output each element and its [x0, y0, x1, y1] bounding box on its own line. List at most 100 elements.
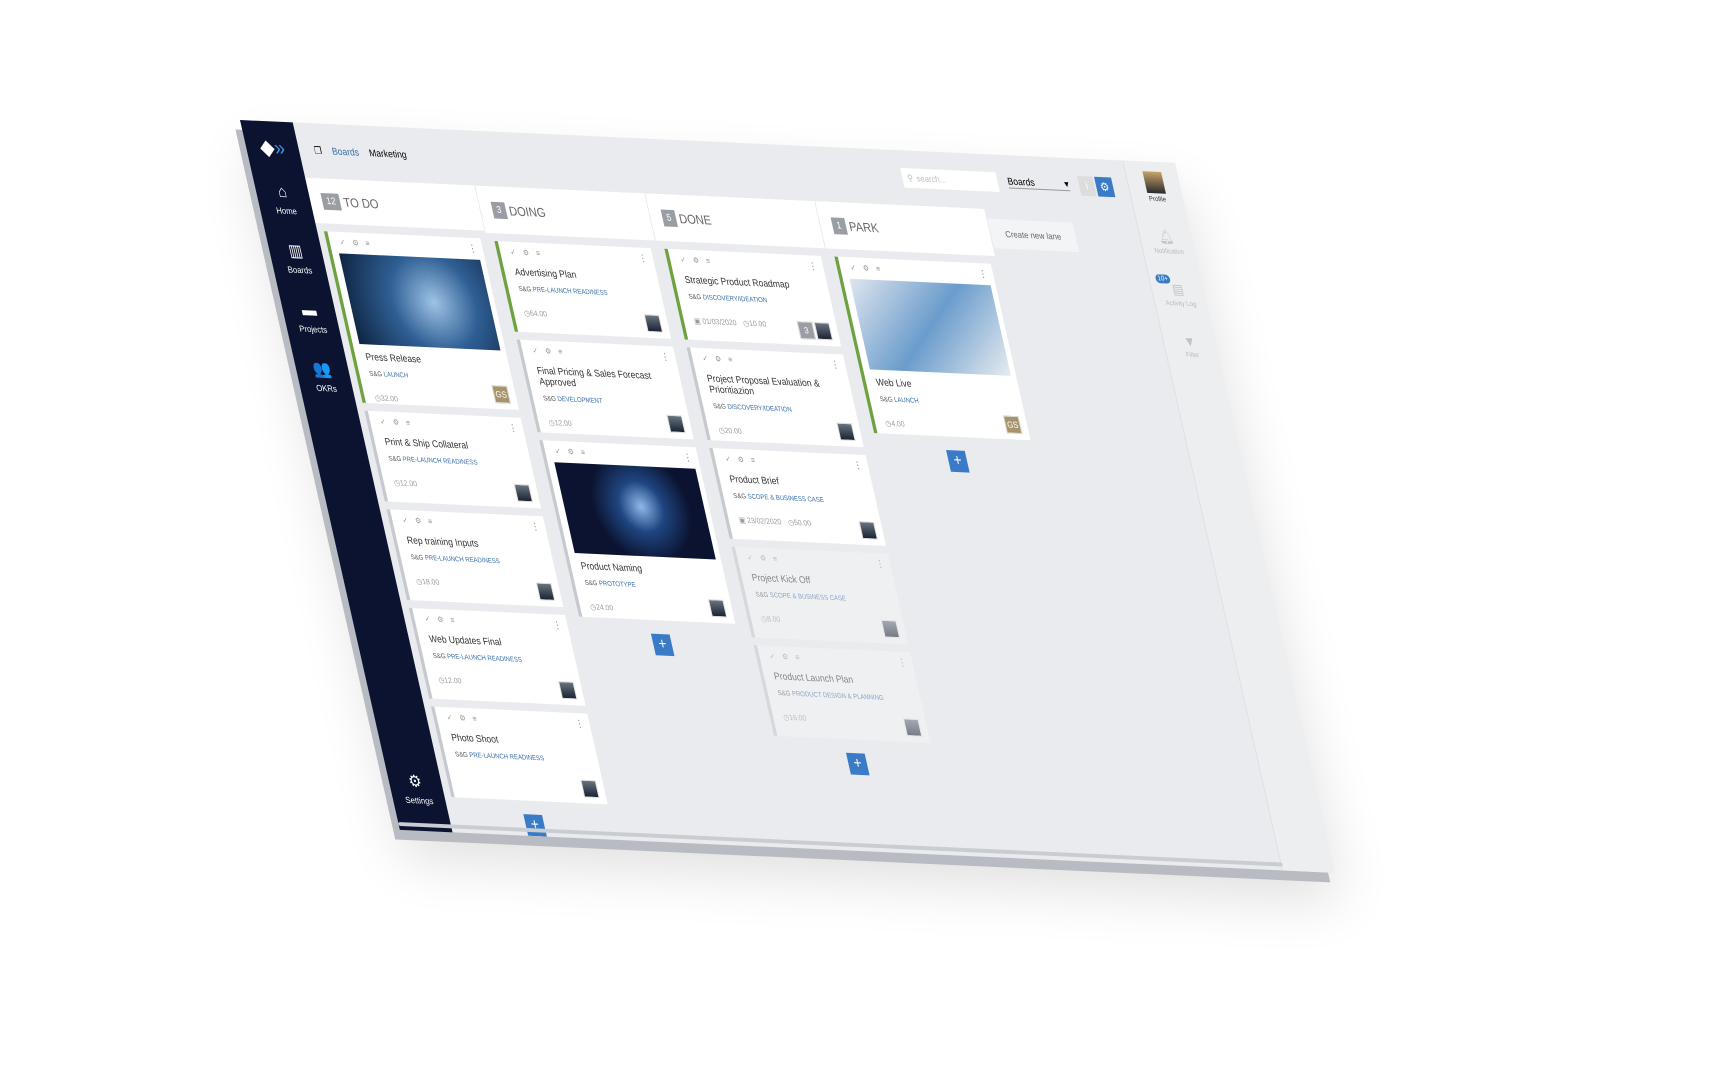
task-card[interactable]: ✓ ⚙ ≡ ⋮ Press Release S&G LAUNCH ◷32.00 … — [324, 231, 519, 410]
avatar[interactable] — [580, 779, 600, 799]
card-tag: S&G DEVELOPMENT — [542, 395, 604, 406]
lane-title: DONE — [677, 210, 713, 228]
filter-button[interactable]: ▼ Filter — [1181, 333, 1200, 359]
avatar[interactable] — [903, 718, 923, 737]
card-footer: ◷20.00 — [718, 426, 854, 441]
card-menu-icon[interactable]: ⋮ — [978, 269, 989, 280]
avatar[interactable] — [858, 521, 878, 540]
lane-header[interactable]: 5 DONE — [645, 193, 826, 249]
avatar[interactable] — [836, 422, 856, 441]
card-footer: ◷32.00 — [374, 394, 510, 409]
card-menu-icon[interactable]: ⋮ — [574, 719, 585, 730]
card-menu-icon[interactable]: ⋮ — [660, 352, 671, 363]
lane-title: PARK — [847, 218, 880, 235]
card-menu-icon[interactable]: ⋮ — [897, 658, 908, 669]
task-card[interactable]: ✓ ⚙ ≡ ⋮ Project Proposal Evaluation & Pr… — [686, 347, 864, 448]
estimate: ◷8.00 — [760, 614, 782, 624]
avatar[interactable] — [707, 599, 728, 618]
board-lanes: 12 TO DO ✓ ⚙ ≡ ⋮ Press Release S&G LAUNCH… — [305, 177, 1282, 871]
lane-header[interactable]: 12 TO DO — [305, 177, 486, 232]
card-title: Final Pricing & Sales Forecast Approved — [535, 365, 653, 390]
app-window: ◆» ⌂ Home ▥ Boards ▬ Projects 👥 OKRs ⚙ Settin… — [240, 120, 1335, 873]
card-image — [849, 278, 1011, 376]
task-card[interactable]: ✓ ⚙ ≡ ⋮ Advertising Plan S&G PRE-LAUNCH … — [494, 240, 672, 339]
task-card[interactable]: ✓ ⚙ ≡ ⋮ Final Pricing & Sales Forecast A… — [516, 339, 694, 440]
sidebar-item-boards[interactable]: ▥ Boards — [281, 241, 314, 275]
sidebar-item-settings[interactable]: ⚙ Settings — [399, 771, 434, 806]
lane-count: 12 — [320, 192, 343, 211]
card-tag: S&G SCOPE & BUSINESS CASE — [754, 591, 847, 603]
task-card[interactable]: ✓ ⚙ ≡ ⋮ Photo Shoot S&G PRE-LAUNCH READI… — [430, 706, 608, 805]
notification-button[interactable]: 🔔︎ Notification — [1149, 228, 1185, 256]
card-menu-icon[interactable]: ⋮ — [638, 253, 649, 264]
card-status-icons: ✓ ⚙ ≡ — [445, 712, 481, 724]
card-assignees — [513, 483, 534, 503]
add-card-button[interactable]: + — [650, 633, 675, 657]
card-menu-icon[interactable]: ⋮ — [875, 559, 886, 570]
activity-log-button[interactable]: 10+ ▤ Activity Log — [1154, 274, 1197, 308]
card-footer: ◷8.00 — [760, 614, 896, 629]
card-menu-icon[interactable]: ⋮ — [682, 453, 693, 464]
card-menu-icon[interactable]: ⋮ — [508, 423, 519, 434]
card-menu-icon[interactable]: ⋮ — [830, 360, 841, 371]
task-card[interactable]: ✓ ⚙ ≡ ⋮ Print & Ship Collateral S&G PRE-… — [364, 410, 542, 509]
card-footer: ◷64.00 — [523, 309, 659, 324]
task-card[interactable]: ✓ ⚙ ≡ ⋮ Strategic Product Roadmap S&G DI… — [664, 248, 842, 347]
breadcrumb-boards[interactable]: Boards — [331, 146, 360, 158]
card-menu-icon[interactable]: ⋮ — [852, 460, 863, 471]
sidebar-item-home[interactable]: ⌂ Home — [270, 182, 298, 216]
add-card-button[interactable]: + — [946, 450, 970, 473]
task-card[interactable]: ✓ ⚙ ≡ ⋮ Product Launch Plan S&G PRODUCT … — [753, 645, 931, 744]
avatar[interactable] — [880, 619, 901, 639]
avatar[interactable]: GS — [1003, 415, 1023, 435]
task-card[interactable]: ✓ ⚙ ≡ ⋮ Web Updates Final S&G PRE-LAUNCH… — [408, 607, 586, 706]
card-title: Rep training Inputs — [405, 535, 480, 550]
card-title: Press Release — [364, 352, 423, 366]
card-menu-icon[interactable]: ⋮ — [467, 244, 478, 255]
card-tag: S&G PRE-LAUNCH READINESS — [410, 554, 501, 566]
card-assignees: GS — [491, 385, 511, 404]
sidebar-item-projects[interactable]: ▬ Projects — [293, 300, 328, 334]
card-menu-icon[interactable]: ⋮ — [530, 522, 541, 533]
task-card[interactable]: ✓ ⚙ ≡ ⋮ Product Brief S&G SCOPE & BUSINE… — [709, 447, 887, 546]
estimate: ◷18.00 — [415, 576, 441, 587]
task-card[interactable]: ✓ ⚙ ≡ ⋮ Rep training Inputs S&G PRE-LAUN… — [386, 509, 564, 608]
settings-button[interactable]: ⚙ — [1093, 176, 1116, 198]
avatar[interactable] — [513, 483, 534, 503]
lane-header[interactable]: 1 PARK — [815, 201, 996, 257]
main: ❐ Boards Marketing ⚲ search... Boards ▾ i … — [293, 122, 1282, 870]
task-card[interactable]: ✓ ⚙ ≡ ⋮ Product Naming S&G PROTOTYPE ◷24… — [539, 440, 736, 624]
add-card-button[interactable]: + — [523, 814, 547, 837]
card-title: Strategic Product Roadmap — [683, 275, 791, 291]
card-menu-icon[interactable]: ⋮ — [552, 620, 563, 631]
estimate: ◷12.00 — [393, 478, 418, 489]
card-tag: S&G PRE-LAUNCH READINESS — [454, 751, 546, 763]
search-input[interactable]: ⚲ search... — [900, 167, 1000, 192]
avatar[interactable]: GS — [491, 385, 511, 404]
lane-title: DOING — [507, 203, 547, 220]
task-card[interactable]: ✓ ⚙ ≡ ⋮ Project Kick Off S&G SCOPE & BUS… — [731, 546, 909, 645]
profile-button[interactable]: Profile — [1141, 171, 1168, 204]
sidebar-item-okrs[interactable]: 👥 OKRs — [310, 359, 338, 393]
card-status-icons: ✓ ⚙ ≡ — [554, 446, 589, 458]
lane-header[interactable]: 3 DOING — [475, 185, 656, 241]
estimate: ◷24.00 — [589, 602, 615, 613]
card-title: Advertising Plan — [513, 267, 578, 281]
avatar[interactable] — [558, 681, 578, 700]
create-new-lane-button[interactable]: Create new lane — [987, 218, 1080, 253]
card-tag: S&G PRE-LAUNCH READINESS — [387, 455, 479, 467]
lane-count: 3 — [490, 201, 508, 219]
avatar[interactable] — [666, 414, 686, 434]
card-tag: S&G PRODUCT DESIGN & PLANNING — [777, 690, 885, 702]
card-menu-icon[interactable]: ⋮ — [808, 261, 819, 272]
lane-title: TO DO — [341, 194, 381, 212]
card-assignees — [880, 619, 901, 639]
avatar[interactable] — [535, 582, 556, 601]
add-card-button[interactable]: + — [845, 752, 870, 776]
avatar[interactable] — [643, 314, 664, 333]
estimate: ◷12.00 — [547, 418, 573, 429]
task-card[interactable]: ✓ ⚙ ≡ ⋮ Web Live S&G LAUNCH ◷4.00 GS — [834, 256, 1031, 441]
board-select[interactable]: Boards ▾ — [1006, 176, 1071, 192]
bell-icon: 🔔︎ — [1156, 228, 1176, 245]
avatar[interactable] — [813, 321, 834, 341]
